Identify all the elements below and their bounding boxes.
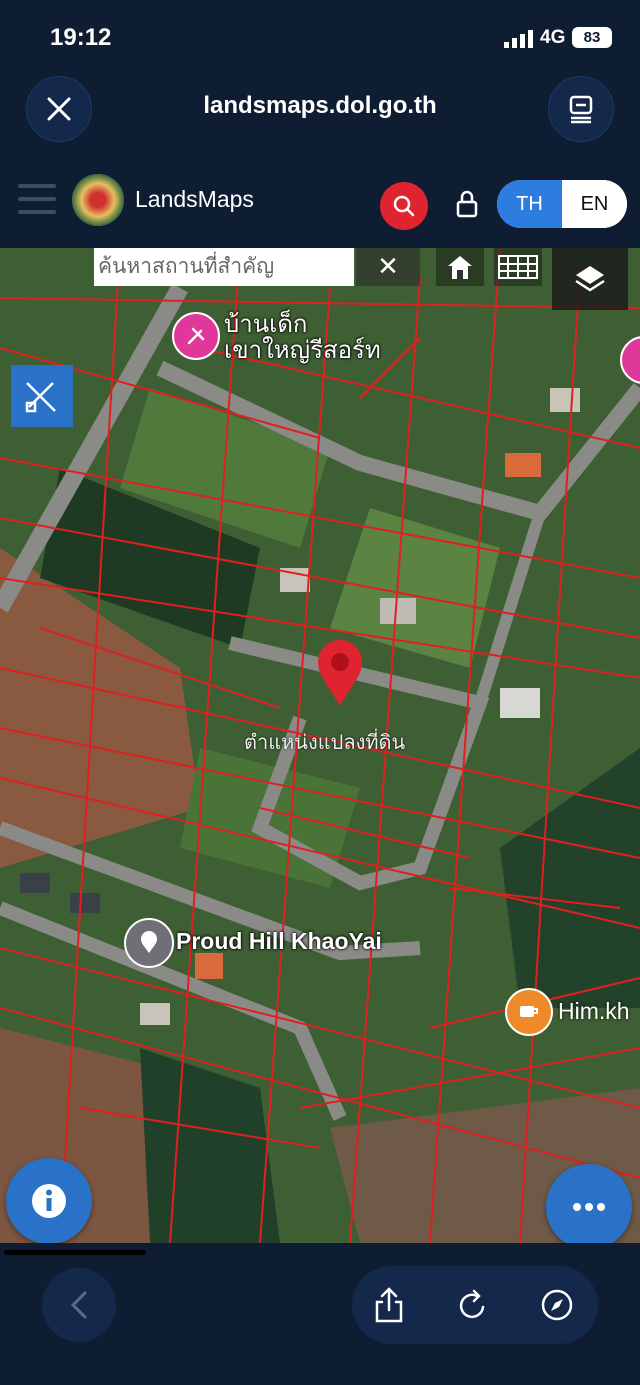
close-tab-button[interactable] bbox=[26, 76, 92, 142]
poi-label[interactable]: Proud Hill KhaoYai bbox=[176, 928, 382, 955]
satellite-map[interactable]: บ้านเด็ก เขาใหญ่รีสอร์ท ตำแหน่งแปลงที่ดิ… bbox=[0, 248, 640, 1243]
more-icon bbox=[573, 1203, 605, 1211]
coffee-icon bbox=[520, 1006, 538, 1017]
pin-icon bbox=[141, 931, 157, 953]
status-bar: 19:12 4G 83 bbox=[0, 0, 640, 70]
dol-logo bbox=[72, 174, 124, 226]
reload-icon bbox=[459, 1289, 485, 1319]
language-toggle[interactable]: TH EN bbox=[497, 180, 627, 228]
home-indicator bbox=[4, 1250, 146, 1255]
home-button[interactable] bbox=[436, 248, 484, 286]
brand-title: LandsMaps bbox=[135, 186, 254, 212]
layers-button[interactable] bbox=[552, 248, 628, 310]
ruler-pencil-icon bbox=[25, 382, 56, 413]
poi-label[interactable]: Him.kh bbox=[558, 998, 630, 1025]
browser-actions bbox=[352, 1266, 598, 1344]
compass-button[interactable] bbox=[534, 1282, 580, 1328]
place-search-input[interactable] bbox=[94, 248, 354, 286]
cafe-icon[interactable] bbox=[505, 988, 553, 1036]
tabs-button[interactable] bbox=[548, 76, 614, 142]
location-pin-icon[interactable] bbox=[316, 638, 364, 708]
close-icon bbox=[47, 97, 71, 121]
chevron-left-icon bbox=[70, 1291, 87, 1319]
menu-button[interactable] bbox=[18, 184, 56, 214]
home-icon bbox=[448, 256, 472, 279]
tools-icon bbox=[187, 327, 205, 345]
battery-icon: 83 bbox=[572, 27, 612, 48]
info-icon bbox=[32, 1184, 66, 1218]
layers-icon bbox=[575, 266, 605, 292]
signal-icon bbox=[504, 30, 533, 48]
share-icon bbox=[375, 1287, 403, 1323]
share-button[interactable] bbox=[366, 1282, 412, 1328]
reader-icon bbox=[569, 95, 593, 124]
lock-icon[interactable] bbox=[452, 188, 482, 222]
search-button[interactable] bbox=[380, 182, 428, 230]
more-options-button[interactable] bbox=[546, 1164, 632, 1250]
poi-label[interactable]: บ้านเด็ก เขาใหญ่รีสอร์ท bbox=[224, 312, 424, 364]
info-button[interactable] bbox=[6, 1158, 92, 1244]
network-type: 4G bbox=[540, 27, 566, 48]
lang-en-option[interactable]: EN bbox=[562, 180, 627, 228]
back-button[interactable] bbox=[42, 1268, 116, 1342]
grid-button[interactable] bbox=[494, 248, 542, 286]
browser-url-bar: landsmaps.dol.go.th bbox=[0, 70, 640, 150]
reload-button[interactable] bbox=[450, 1282, 496, 1328]
url-text[interactable]: landsmaps.dol.go.th bbox=[150, 92, 490, 120]
grid-icon bbox=[498, 255, 538, 279]
compass-icon bbox=[541, 1289, 573, 1321]
place-icon[interactable] bbox=[124, 918, 174, 968]
parcel-marker-label: ตำแหน่งแปลงที่ดิน bbox=[244, 732, 406, 754]
lang-th-option[interactable]: TH bbox=[497, 180, 562, 228]
search-icon bbox=[393, 195, 415, 217]
clear-search-button[interactable]: ✕ bbox=[356, 248, 420, 286]
poi-icon[interactable] bbox=[172, 312, 220, 360]
measure-tool-button[interactable] bbox=[11, 365, 73, 427]
status-time: 19:12 bbox=[50, 24, 112, 51]
